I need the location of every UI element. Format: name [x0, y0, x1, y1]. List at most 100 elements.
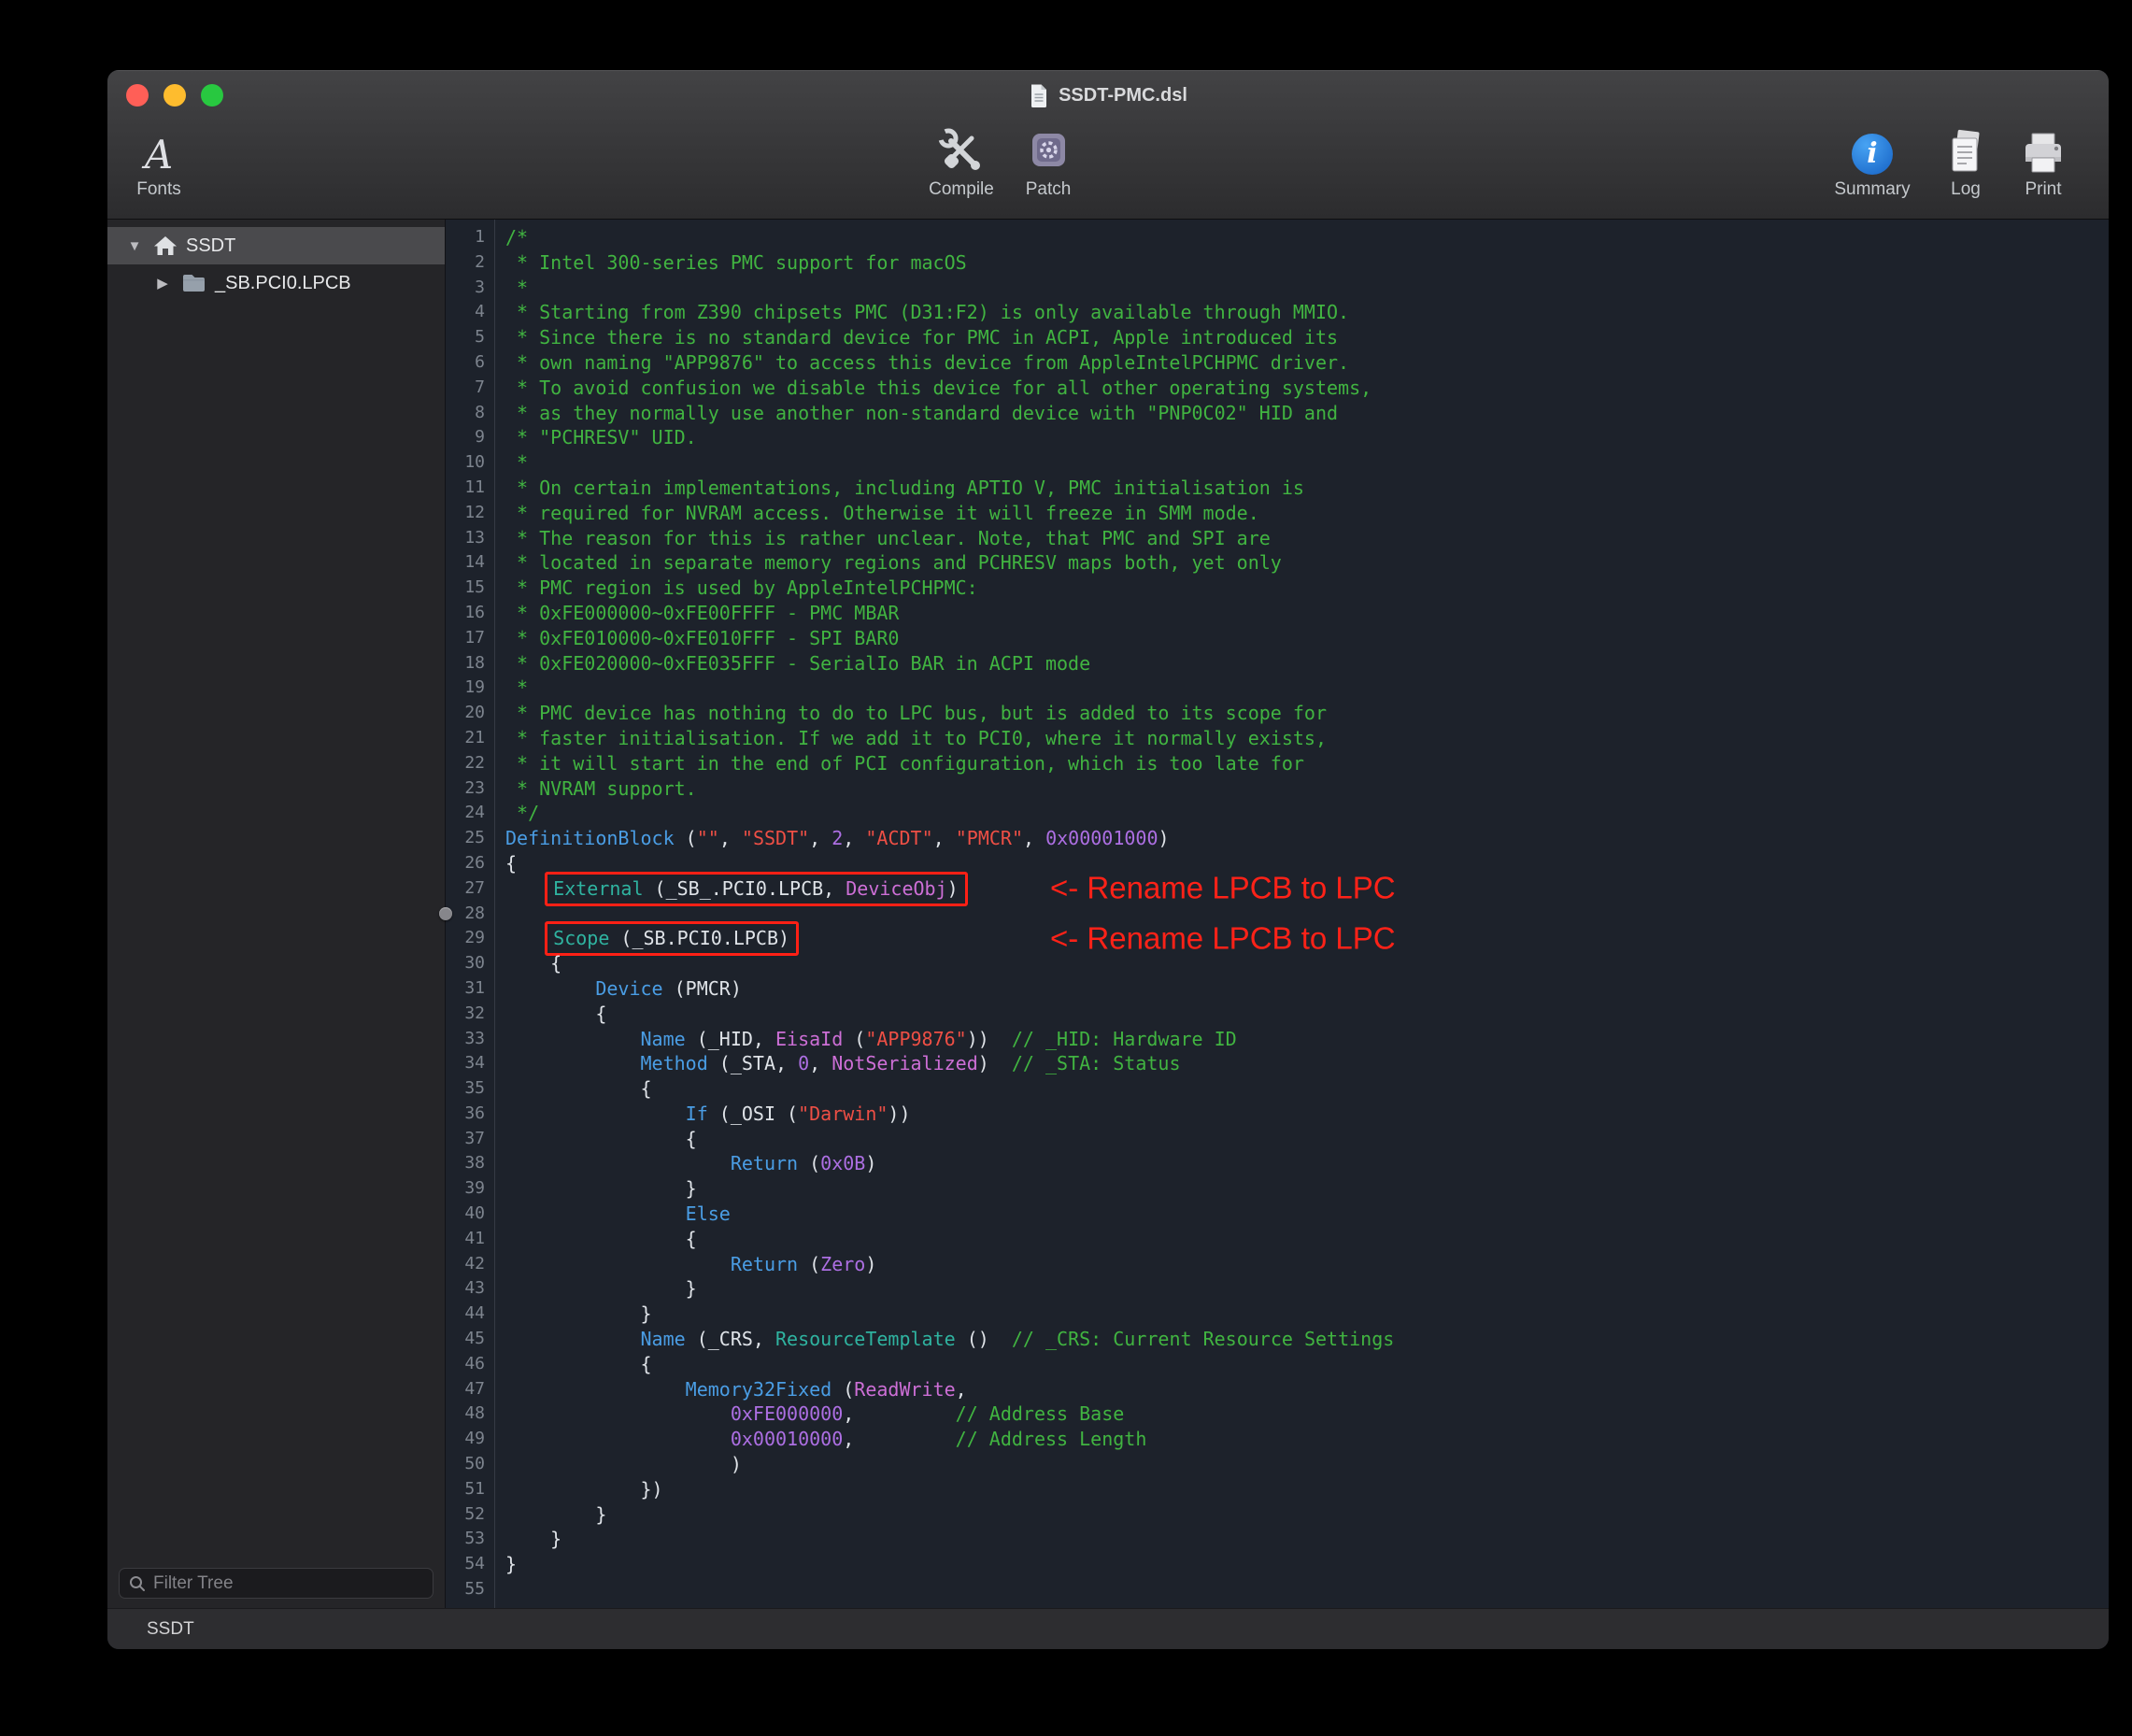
code-line[interactable]: 32 { — [446, 1002, 2109, 1027]
code-line[interactable]: 44 } — [446, 1302, 2109, 1327]
line-number: 54 — [446, 1552, 494, 1577]
code-line[interactable]: 8 * as they normally use another non-sta… — [446, 401, 2109, 426]
line-number: 31 — [446, 976, 494, 1002]
code-editor[interactable]: 1/*2 * Intel 300-series PMC support for … — [446, 220, 2109, 1608]
line-number: 16 — [446, 601, 494, 626]
code-line-content: * To avoid confusion we disable this dev… — [494, 376, 2109, 401]
splitter-handle[interactable] — [439, 907, 452, 920]
tree-item-label: _SB.PCI0.LPCB — [215, 273, 351, 294]
code-line-content: External (_SB_.PCI0.LPCB, DeviceObj)<- R… — [494, 876, 2109, 902]
code-line[interactable]: 24 */ — [446, 801, 2109, 826]
fonts-button[interactable]: A Fonts — [107, 124, 210, 200]
close-button[interactable] — [126, 84, 149, 107]
filter-field[interactable] — [119, 1568, 434, 1599]
code-line[interactable]: 50 ) — [446, 1452, 2109, 1477]
code-line[interactable]: 19 * — [446, 676, 2109, 701]
line-number: 1 — [446, 225, 494, 250]
summary-button[interactable]: i Summary — [1821, 124, 1924, 200]
code-line[interactable]: 38 Return (0x0B) — [446, 1151, 2109, 1176]
code-line-content: * as they normally use another non-stand… — [494, 401, 2109, 426]
code-line[interactable]: 35 { — [446, 1076, 2109, 1102]
code-line-content: { — [494, 1227, 2109, 1252]
line-number: 24 — [446, 801, 494, 826]
code-line[interactable]: 47 Memory32Fixed (ReadWrite, — [446, 1377, 2109, 1402]
line-number: 27 — [446, 876, 494, 902]
code-line[interactable]: 9 * "PCHRESV" UID. — [446, 425, 2109, 450]
line-number: 42 — [446, 1252, 494, 1277]
code-line[interactable]: 52 } — [446, 1502, 2109, 1528]
line-number: 22 — [446, 751, 494, 776]
code-line[interactable]: 31 Device (PMCR) — [446, 976, 2109, 1002]
code-line[interactable]: 51 }) — [446, 1477, 2109, 1502]
code-line[interactable]: 43 } — [446, 1276, 2109, 1302]
line-number: 12 — [446, 501, 494, 526]
line-number: 2 — [446, 250, 494, 276]
line-number: 48 — [446, 1402, 494, 1427]
code-line[interactable]: 25DefinitionBlock ("", "SSDT", 2, "ACDT"… — [446, 826, 2109, 851]
disclosure-right-icon[interactable]: ▶ — [152, 275, 173, 292]
line-number: 30 — [446, 951, 494, 976]
print-button[interactable]: Print — [1992, 124, 2095, 200]
code-line[interactable]: 5 * Since there is no standard device fo… — [446, 325, 2109, 350]
line-number: 37 — [446, 1127, 494, 1152]
code-line-content: * 0xFE000000~0xFE00FFFF - PMC MBAR — [494, 601, 2109, 626]
code-line[interactable]: 29 Scope (_SB.PCI0.LPCB)<- Rename LPCB t… — [446, 926, 2109, 951]
code-line[interactable]: 54} — [446, 1552, 2109, 1577]
code-line[interactable]: 46 { — [446, 1352, 2109, 1377]
code-line[interactable]: 10 * — [446, 450, 2109, 476]
code-line-content: * "PCHRESV" UID. — [494, 425, 2109, 450]
code-line[interactable]: 15 * PMC region is used by AppleIntelPCH… — [446, 576, 2109, 601]
code-line-content: } — [494, 1527, 2109, 1552]
code-line[interactable]: 48 0xFE000000, // Address Base — [446, 1402, 2109, 1427]
code-line[interactable]: 14 * located in separate memory regions … — [446, 550, 2109, 576]
zoom-button[interactable] — [201, 84, 223, 107]
disclosure-down-icon[interactable]: ▼ — [124, 238, 145, 254]
code-line[interactable]: 27 External (_SB_.PCI0.LPCB, DeviceObj)<… — [446, 876, 2109, 902]
titlebar: SSDT-PMC.dsl — [107, 70, 2109, 121]
tree-item-sb-pci0-lpcb[interactable]: ▶ _SB.PCI0.LPCB — [107, 264, 445, 302]
code-line[interactable]: 22 * it will start in the end of PCI con… — [446, 751, 2109, 776]
code-line[interactable]: 30 { — [446, 951, 2109, 976]
code-line[interactable]: 40 Else — [446, 1202, 2109, 1227]
code-line[interactable]: 20 * PMC device has nothing to do to LPC… — [446, 701, 2109, 726]
rename-annotation: <- Rename LPCB to LPC — [1050, 926, 1396, 951]
code-line[interactable]: 18 * 0xFE020000~0xFE035FFF - SerialIo BA… — [446, 651, 2109, 676]
tree-item-ssdt[interactable]: ▼ SSDT — [107, 227, 445, 264]
code-line[interactable]: 42 Return (Zero) — [446, 1252, 2109, 1277]
code-line[interactable]: 13 * The reason for this is rather uncle… — [446, 526, 2109, 551]
code-line[interactable]: 37 { — [446, 1127, 2109, 1152]
code-line[interactable]: 6 * own naming "APP9876" to access this … — [446, 350, 2109, 376]
code-line[interactable]: 41 { — [446, 1227, 2109, 1252]
code-line[interactable]: 34 Method (_STA, 0, NotSerialized) // _S… — [446, 1051, 2109, 1076]
code-line[interactable]: 17 * 0xFE010000~0xFE010FFF - SPI BAR0 — [446, 626, 2109, 651]
code-line[interactable]: 21 * faster initialisation. If we add it… — [446, 726, 2109, 751]
code-line[interactable]: 33 Name (_HID, EisaId ("APP9876")) // _H… — [446, 1027, 2109, 1052]
code-line[interactable]: 7 * To avoid confusion we disable this d… — [446, 376, 2109, 401]
code-line[interactable]: 23 * NVRAM support. — [446, 776, 2109, 802]
code-line[interactable]: 1/* — [446, 225, 2109, 250]
rename-annotation: <- Rename LPCB to LPC — [1050, 876, 1396, 902]
code-line[interactable]: 45 Name (_CRS, ResourceTemplate () // _C… — [446, 1327, 2109, 1352]
line-number: 28 — [446, 902, 494, 927]
code-line-content: * PMC device has nothing to do to LPC bu… — [494, 701, 2109, 726]
code-line[interactable]: 39 } — [446, 1176, 2109, 1202]
line-number: 23 — [446, 776, 494, 802]
fonts-icon: A — [145, 124, 173, 175]
home-icon — [153, 235, 178, 257]
code-line[interactable]: 4 * Starting from Z390 chipsets PMC (D31… — [446, 300, 2109, 325]
line-number: 18 — [446, 651, 494, 676]
line-number: 41 — [446, 1227, 494, 1252]
code-line[interactable]: 2 * Intel 300-series PMC support for mac… — [446, 250, 2109, 276]
code-line[interactable]: 55 — [446, 1577, 2109, 1602]
patch-button[interactable]: Patch — [997, 124, 1100, 200]
code-line[interactable]: 16 * 0xFE000000~0xFE00FFFF - PMC MBAR — [446, 601, 2109, 626]
code-line[interactable]: 36 If (_OSI ("Darwin")) — [446, 1102, 2109, 1127]
code-line[interactable]: 53 } — [446, 1527, 2109, 1552]
code-line[interactable]: 3 * — [446, 276, 2109, 301]
code-line[interactable]: 49 0x00010000, // Address Length — [446, 1427, 2109, 1452]
code-line[interactable]: 12 * required for NVRAM access. Otherwis… — [446, 501, 2109, 526]
filter-tree-input[interactable] — [153, 1573, 423, 1594]
minimize-button[interactable] — [163, 84, 186, 107]
code-line-content: Method (_STA, 0, NotSerialized) // _STA:… — [494, 1051, 2109, 1076]
code-line[interactable]: 11 * On certain implementations, includi… — [446, 476, 2109, 501]
